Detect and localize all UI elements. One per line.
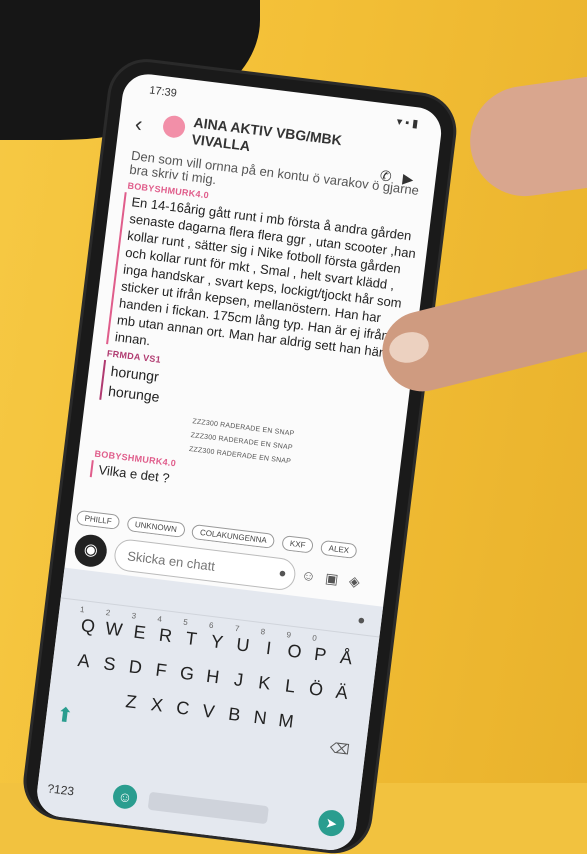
- key[interactable]: 7U: [229, 624, 257, 657]
- key-number: 8: [260, 627, 266, 637]
- key-label: T: [184, 628, 198, 650]
- key[interactable]: A: [70, 649, 98, 673]
- key[interactable]: B: [220, 703, 248, 727]
- key-number: 5: [182, 617, 189, 628]
- microphone-icon[interactable]: ●: [278, 565, 288, 581]
- keyboard-bottom-row: ?123 ☺ ➤: [36, 772, 358, 841]
- key[interactable]: L: [276, 675, 304, 699]
- key[interactable]: 1Q: [74, 605, 102, 638]
- fingernail: [386, 328, 433, 367]
- key[interactable]: S: [95, 652, 123, 676]
- key[interactable]: K: [250, 671, 278, 695]
- key[interactable]: 8I: [254, 627, 282, 661]
- key[interactable]: Z: [117, 690, 145, 714]
- sticker-icon[interactable]: ▣: [324, 570, 339, 588]
- key[interactable]: Ö: [302, 678, 330, 702]
- backspace-icon[interactable]: ⌫: [329, 739, 351, 758]
- key[interactable]: Å: [332, 646, 360, 670]
- key-label: E: [132, 621, 147, 643]
- key-label: O: [286, 640, 303, 663]
- key-number: 6: [208, 620, 215, 631]
- key-number: 0: [311, 633, 318, 643]
- shift-icon[interactable]: ⬆: [55, 702, 75, 729]
- key[interactable]: Ä: [328, 681, 356, 705]
- key[interactable]: D: [121, 656, 149, 680]
- key-number: 4: [156, 614, 163, 624]
- keyboard-mic-icon[interactable]: ●: [357, 612, 367, 628]
- key[interactable]: 4R: [151, 614, 179, 648]
- key[interactable]: 9O: [280, 630, 308, 664]
- key[interactable]: 0P: [306, 633, 334, 667]
- key-label: P: [313, 643, 328, 666]
- key[interactable]: M: [272, 709, 300, 733]
- status-icons: ▾ ▪ ▮: [395, 115, 419, 131]
- key[interactable]: G: [173, 662, 201, 686]
- key-label: W: [104, 618, 124, 641]
- key-number: 3: [131, 611, 137, 621]
- key[interactable]: V: [194, 700, 222, 724]
- key[interactable]: 3E: [125, 611, 153, 645]
- key[interactable]: J: [224, 668, 252, 692]
- key-label: R: [157, 624, 174, 647]
- key-number: 2: [105, 608, 111, 618]
- key[interactable]: H: [199, 665, 227, 689]
- numbers-key[interactable]: ?123: [47, 781, 75, 798]
- keyboard: ● 1Q 2W 3E 4R 5T 6Y 7U 8I 9O 0P Å A S D …: [34, 567, 384, 853]
- key[interactable]: 2W: [100, 608, 128, 642]
- key[interactable]: 6Y: [203, 621, 231, 654]
- key-label: U: [235, 634, 251, 656]
- key[interactable]: F: [147, 659, 175, 683]
- key[interactable]: C: [169, 697, 197, 721]
- key-number: 9: [285, 630, 292, 640]
- key[interactable]: N: [246, 706, 274, 730]
- back-icon[interactable]: ‹: [134, 111, 144, 138]
- key[interactable]: X: [143, 693, 171, 717]
- key[interactable]: 5T: [177, 618, 205, 651]
- key-number: 7: [234, 623, 240, 634]
- key-label: I: [265, 637, 273, 659]
- location-icon[interactable]: ◈: [348, 572, 361, 590]
- key-label: Q: [79, 615, 97, 637]
- emoji-icon[interactable]: ☺: [300, 567, 316, 585]
- camera-icon[interactable]: ◉: [72, 532, 109, 569]
- avatar[interactable]: [161, 114, 187, 139]
- key-number: 1: [79, 604, 86, 615]
- status-time: 17:39: [148, 84, 178, 100]
- emoji-key-icon[interactable]: ☺: [111, 783, 139, 811]
- send-icon[interactable]: ➤: [316, 808, 346, 838]
- space-bar[interactable]: [147, 791, 269, 825]
- key-label: Å: [338, 646, 354, 669]
- key-label: Y: [209, 631, 225, 653]
